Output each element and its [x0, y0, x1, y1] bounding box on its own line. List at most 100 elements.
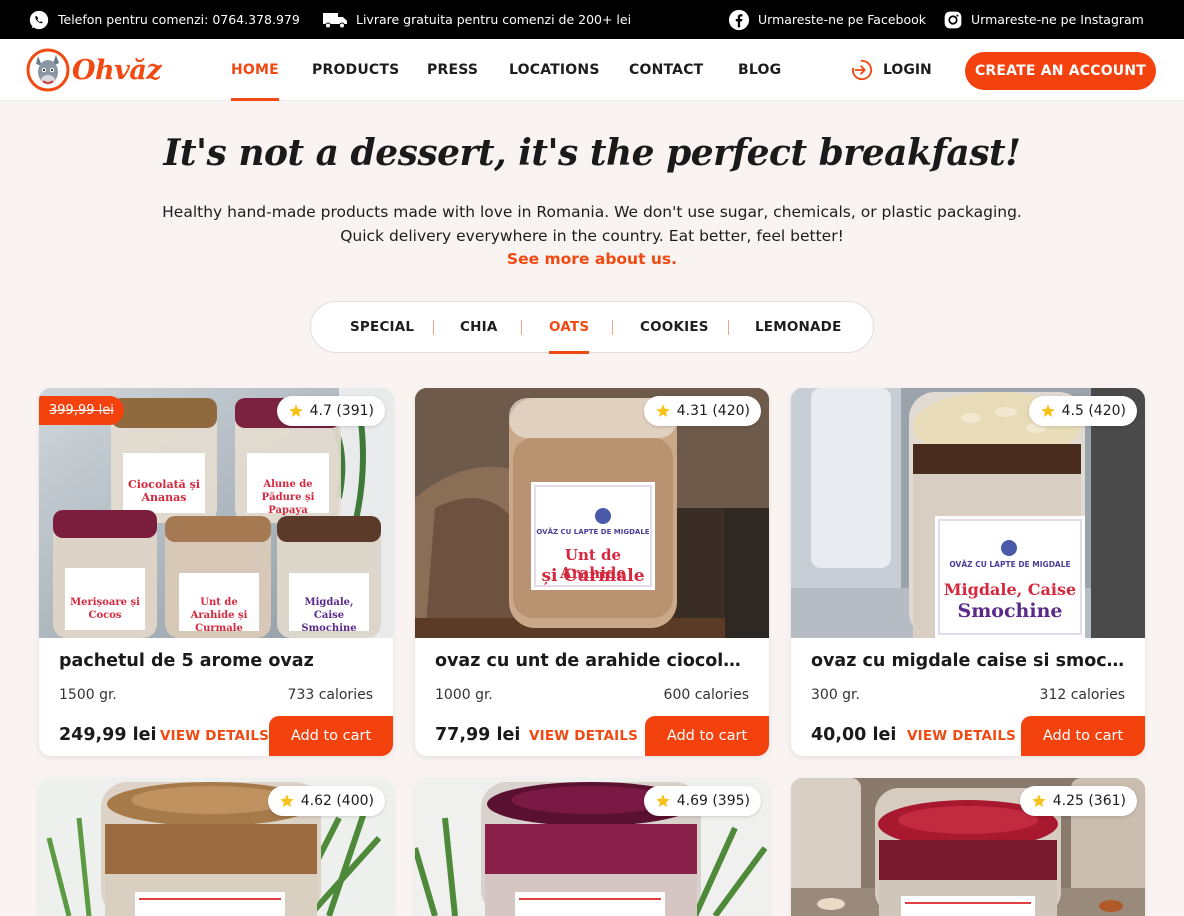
- tab-divider: [521, 320, 522, 335]
- login-button[interactable]: LOGIN: [851, 59, 932, 81]
- jar-label-text: Alune de Pădure și Papaya: [261, 479, 315, 516]
- site-logo[interactable]: Ohvăz: [26, 47, 162, 93]
- jar-label-text: și Curmale: [541, 566, 645, 586]
- tab-divider: [612, 320, 613, 335]
- whatsapp-icon: [29, 10, 49, 29]
- top-info-bar: Telefon pentru comenzi: 0764.378.979 Liv…: [0, 0, 1184, 39]
- product-weight: 1500 gr.: [59, 687, 117, 703]
- product-calories: 600 calories: [663, 687, 749, 703]
- product-card[interactable]: 4.62 (400): [39, 778, 393, 916]
- product-weight: 1000 gr.: [435, 687, 493, 703]
- delivery-info: Livrare gratuita pentru comenzi de 200+ …: [322, 0, 631, 39]
- star-icon: [655, 793, 671, 809]
- about-us-link[interactable]: See more about us.: [0, 250, 1184, 268]
- nav-locations[interactable]: LOCATIONS: [509, 39, 600, 101]
- star-icon: [288, 403, 304, 419]
- product-calories: 312 calories: [1039, 687, 1125, 703]
- tab-cookies[interactable]: COOKIES: [640, 302, 709, 353]
- old-price-badge: 399,99 lei: [39, 396, 124, 425]
- jar-label-text: Smochine: [957, 600, 1063, 622]
- jar-label-text: OVĂZ CU LAPTE DE MIGDALE: [949, 560, 1071, 569]
- star-icon: [655, 403, 671, 419]
- view-details-link[interactable]: VIEW DETAILS: [529, 728, 638, 744]
- instagram-icon: [944, 11, 962, 28]
- view-details-link[interactable]: VIEW DETAILS: [160, 728, 269, 744]
- add-to-cart-button[interactable]: Add to cart: [269, 716, 393, 756]
- nav-blog[interactable]: BLOG: [738, 39, 781, 101]
- product-image[interactable]: 4.69 (395): [415, 778, 769, 916]
- rating-badge: 4.31 (420): [643, 396, 761, 426]
- rating-text: 4.69 (395): [676, 793, 750, 809]
- product-image[interactable]: OVĂZ CU LAPTE DE MIGDALE Unt de Arahide …: [415, 388, 769, 638]
- add-to-cart-button[interactable]: Add to cart: [1021, 716, 1145, 756]
- instagram-text: Urmareste-ne pe Instagram: [971, 12, 1144, 27]
- rating-badge: 4.25 (361): [1019, 786, 1137, 816]
- product-card[interactable]: OVĂZ CU LAPTE DE MIGDALE Migdale, Caise …: [791, 388, 1145, 756]
- instagram-link[interactable]: Urmareste-ne pe Instagram: [943, 0, 1144, 39]
- phone-text: Telefon pentru comenzi: 0764.378.979: [58, 12, 300, 27]
- nav-products[interactable]: PRODUCTS: [312, 39, 399, 101]
- rating-text: 4.25 (361): [1052, 793, 1126, 809]
- category-tabs: SPECIAL CHIA OATS COOKIES LEMONADE: [310, 301, 874, 354]
- hero-title: It's not a dessert, it's the perfect bre…: [163, 132, 1021, 174]
- product-image[interactable]: OVĂZ CU LAPTE DE MIGDALE Migdale, Caise …: [791, 388, 1145, 638]
- rating-badge: 4.62 (400): [267, 786, 385, 816]
- facebook-link[interactable]: Urmareste-ne pe Facebook: [728, 0, 926, 39]
- jar-label-text: Migdale, Caise: [943, 580, 1077, 599]
- jar-label-text: OVĂZ CU LAPTE DE MIGDALE: [536, 528, 650, 536]
- rating-text: 4.31 (420): [676, 403, 750, 419]
- rating-text: 4.62 (400): [300, 793, 374, 809]
- facebook-icon: [728, 9, 750, 30]
- product-price: 40,00 lei: [811, 725, 897, 745]
- hero-description-line-1: Healthy hand-made products made with lov…: [162, 203, 1022, 221]
- phone-info[interactable]: Telefon pentru comenzi: 0764.378.979: [28, 0, 300, 39]
- product-weight: 300 gr.: [811, 687, 860, 703]
- login-icon: [851, 59, 873, 81]
- login-label: LOGIN: [883, 62, 932, 78]
- star-icon: [1040, 403, 1056, 419]
- product-price: 249,99 lei: [59, 725, 157, 745]
- rating-badge: 4.5 (420): [1028, 396, 1137, 426]
- delivery-text: Livrare gratuita pentru comenzi de 200+ …: [356, 12, 632, 27]
- tab-special[interactable]: SPECIAL: [350, 302, 414, 353]
- product-title[interactable]: ovaz cu migdale caise si smochi...: [811, 651, 1125, 671]
- add-to-cart-button[interactable]: Add to cart: [645, 716, 769, 756]
- tab-lemonade[interactable]: LEMONADE: [755, 302, 842, 353]
- product-title[interactable]: pachetul de 5 arome ovaz: [59, 651, 373, 671]
- nav-home[interactable]: HOME: [231, 39, 279, 101]
- product-image[interactable]: 4.25 (361): [791, 778, 1145, 916]
- star-icon: [279, 793, 295, 809]
- rating-text: 4.5 (420): [1061, 403, 1126, 419]
- product-price: 77,99 lei: [435, 725, 521, 745]
- logo-text: Ohvăz: [72, 54, 162, 86]
- tab-divider: [433, 320, 434, 335]
- tab-oats[interactable]: OATS: [549, 302, 590, 354]
- star-icon: [1031, 793, 1047, 809]
- jar-label-text: Migdale, Caise Smochine: [301, 597, 357, 634]
- donkey-mascot-icon: [26, 48, 70, 92]
- rating-badge: 4.7 (391): [276, 396, 385, 426]
- jar-label-text: Unt de Arahide și Curmale: [190, 597, 248, 634]
- create-account-button[interactable]: CREATE AN ACCOUNT: [965, 52, 1156, 90]
- product-card[interactable]: OVĂZ CU LAPTE DE MIGDALE Unt de Arahide …: [415, 388, 769, 756]
- view-details-link[interactable]: VIEW DETAILS: [907, 728, 1016, 744]
- facebook-text: Urmareste-ne pe Facebook: [758, 12, 926, 27]
- jar-label-text: Merișoare și Cocos: [70, 597, 140, 621]
- nav-press[interactable]: PRESS: [427, 39, 478, 101]
- tab-chia[interactable]: CHIA: [460, 302, 497, 353]
- product-card[interactable]: 4.25 (361): [791, 778, 1145, 916]
- product-image[interactable]: Ciocolată și Ananas Alune de Pădure și P…: [39, 388, 393, 638]
- nav-contact[interactable]: CONTACT: [629, 39, 703, 101]
- product-card[interactable]: Ciocolată și Ananas Alune de Pădure și P…: [39, 388, 393, 756]
- product-image[interactable]: 4.62 (400): [39, 778, 393, 916]
- product-card[interactable]: 4.69 (395): [415, 778, 769, 916]
- product-calories: 733 calories: [287, 687, 373, 703]
- rating-badge: 4.69 (395): [643, 786, 761, 816]
- rating-text: 4.7 (391): [309, 403, 374, 419]
- main-header: Ohvăz HOME PRODUCTS PRESS LOCATIONS CONT…: [0, 39, 1184, 101]
- hero-description-line-2: Quick delivery everywhere in the country…: [340, 227, 844, 245]
- truck-icon: [323, 12, 347, 28]
- product-title[interactable]: ovaz cu unt de arahide ciocolat...: [435, 651, 749, 671]
- tab-divider: [728, 320, 729, 335]
- jar-label-text: Ciocolată și Ananas: [127, 478, 201, 504]
